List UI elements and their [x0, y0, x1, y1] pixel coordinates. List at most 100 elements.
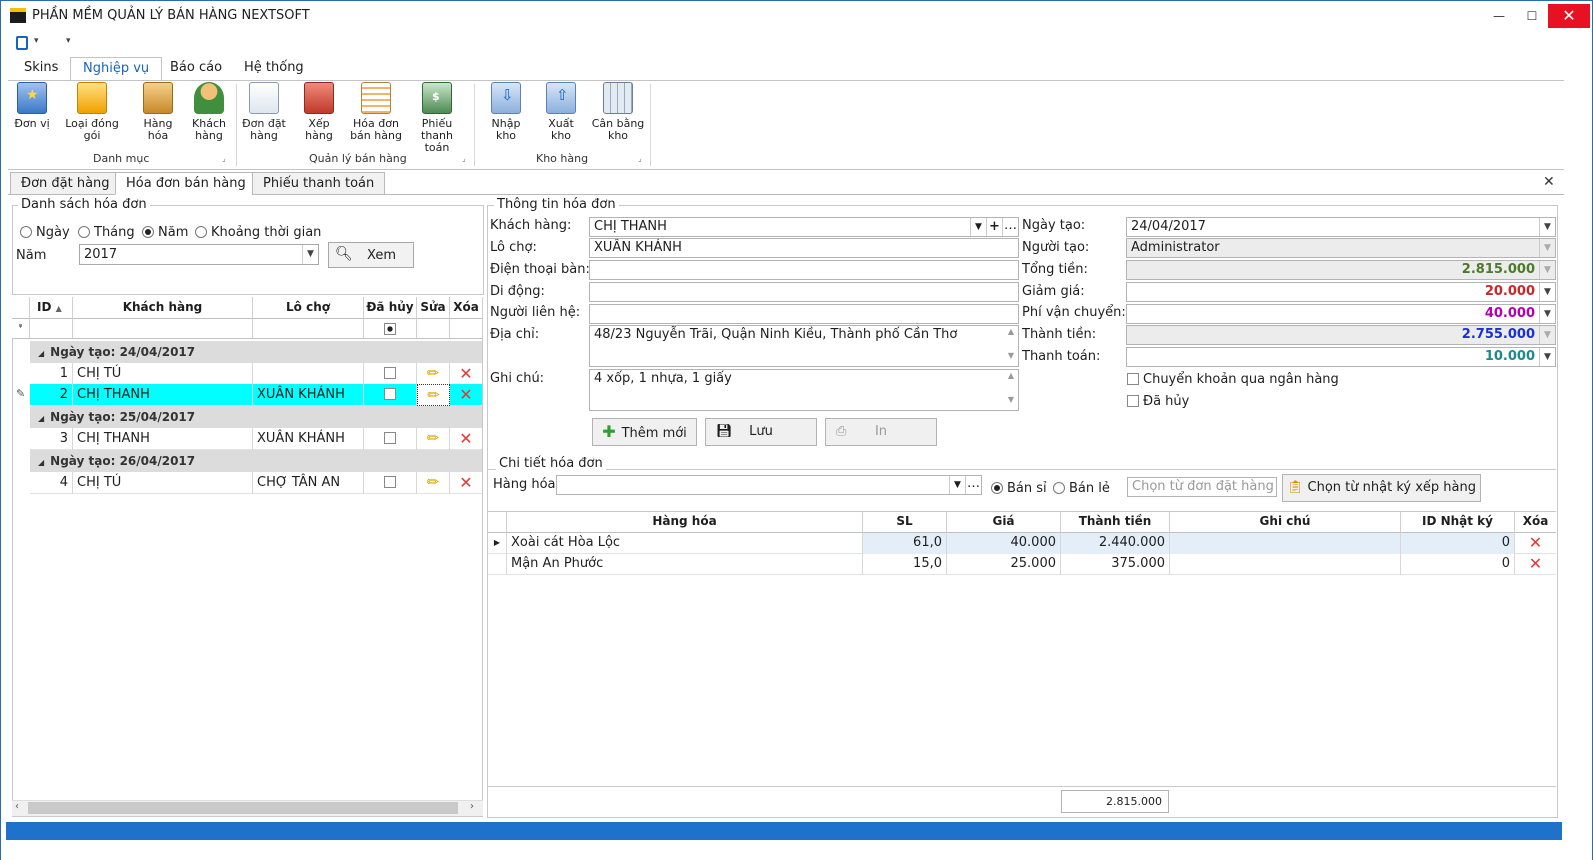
delete-icon[interactable]: ✕ — [450, 428, 482, 450]
ribbon-tab-he-thong[interactable]: Hệ thống — [232, 57, 316, 81]
order-picker-field[interactable]: Chọn từ đơn đặt hàng — [1127, 477, 1277, 497]
edit-icon[interactable]: ✏ — [417, 363, 450, 385]
delete-icon[interactable]: ✕ — [450, 472, 482, 494]
shipping-fee-field[interactable]: 40.000 ▼ — [1126, 304, 1556, 324]
group-row[interactable]: ◢ Ngày tạo: 24/04/2017 — [30, 341, 482, 363]
table-row[interactable]: 4 CHỊ TÚ CHỢ TÂN AN ✏ ✕ — [30, 472, 482, 494]
textarea-scrollbar[interactable]: ▲ ▼ — [1004, 370, 1018, 410]
column-header-delete[interactable]: Xóa — [1515, 511, 1556, 533]
column-header-product[interactable]: Hàng hóa — [507, 511, 863, 533]
ribbon-button-don-vi[interactable]: ★ Đơn vị — [14, 82, 50, 130]
group-launcher-icon[interactable]: ⌟ — [462, 154, 466, 163]
cell-qty[interactable]: 15,0 — [863, 554, 947, 575]
market-field[interactable]: XUÂN KHÁNH — [589, 238, 1019, 258]
created-date-field[interactable]: 24/04/2017 ▼ — [1126, 217, 1556, 237]
discount-field[interactable]: 20.000 ▼ — [1126, 282, 1556, 302]
table-row-selected[interactable]: 2 CHỊ THANH XUÂN KHÁNH ✏ ✕ — [30, 384, 482, 406]
column-header-id[interactable]: ID ▲ — [30, 297, 73, 319]
cell-price[interactable]: 40.000 — [947, 533, 1061, 554]
cancelled-checkbox[interactable] — [384, 432, 396, 444]
ribbon-button-hang-hoa[interactable]: Hàng hóa — [132, 82, 184, 142]
group-row[interactable]: ◢ Ngày tạo: 26/04/2017 — [30, 450, 482, 472]
column-header-log-id[interactable]: ID Nhật ký — [1401, 511, 1515, 533]
pick-from-log-button[interactable]: 📋︎ Chọn từ nhật ký xếp hàng — [1282, 474, 1481, 502]
office-icon[interactable] — [16, 36, 28, 50]
mobile-field[interactable] — [589, 282, 1019, 302]
column-header-qty[interactable]: SL — [863, 511, 947, 533]
table-row[interactable]: Mận An Phước 15,0 25.000 375.000 0 ✕ — [488, 554, 1556, 575]
table-row[interactable]: 3 CHỊ THANH XUÂN KHÁNH ✏ ✕ — [30, 428, 482, 450]
cell-price[interactable]: 25.000 — [947, 554, 1061, 575]
filter-cell-cancelled[interactable] — [364, 319, 417, 339]
doc-tab-don-dat-hang[interactable]: Đơn đặt hàng — [10, 172, 121, 195]
bank-transfer-checkbox[interactable]: Chuyển khoản qua ngân hàng — [1127, 372, 1339, 387]
group-row[interactable]: ◢ Ngày tạo: 25/04/2017 — [30, 406, 482, 428]
filter-cell-market[interactable] — [253, 319, 364, 339]
ribbon-button-phieu-thanh-toan[interactable]: $ Phiếu thanh toán — [408, 82, 466, 154]
cell-cancelled[interactable] — [364, 363, 417, 385]
group-launcher-icon[interactable]: ⌟ — [222, 154, 226, 163]
add-new-button[interactable]: ✚ Thêm mới — [592, 418, 697, 446]
ribbon-tab-skins[interactable]: Skins — [12, 57, 70, 81]
delete-icon[interactable]: ✕ — [1515, 533, 1556, 554]
print-button[interactable]: ⎙ In — [825, 418, 937, 446]
close-button[interactable]: ✕ — [1548, 4, 1590, 28]
ribbon-button-don-dat-hang[interactable]: Đơn đặt hàng — [242, 82, 286, 142]
ribbon-tab-bao-cao[interactable]: Báo cáo — [158, 57, 234, 81]
chevron-down-icon[interactable]: ▼ — [1539, 218, 1555, 236]
cell-cancelled[interactable] — [364, 384, 417, 406]
year-select[interactable]: 2017 ▼ — [79, 244, 319, 265]
minimize-button[interactable]: — — [1484, 4, 1514, 28]
cancelled-checkbox[interactable] — [384, 476, 396, 488]
filter-year-radio[interactable]: Năm — [142, 225, 188, 240]
filter-range-radio[interactable]: Khoảng thời gian — [195, 225, 321, 240]
column-header-customer[interactable]: Khách hàng — [73, 297, 253, 319]
edit-icon[interactable]: ✏ — [417, 472, 450, 494]
contact-field[interactable] — [589, 304, 1019, 324]
retail-radio[interactable]: Bán lẻ — [1053, 481, 1110, 496]
cancelled-checkbox[interactable]: Đã hủy — [1127, 394, 1189, 409]
table-row[interactable]: 1 CHỊ TÚ ✏ ✕ — [30, 363, 482, 385]
ribbon-button-khach-hang[interactable]: Khách hàng — [190, 82, 228, 142]
chevron-down-icon[interactable]: ▾ — [34, 36, 39, 46]
textarea-scrollbar[interactable]: ▲ ▼ — [1004, 326, 1018, 366]
delete-icon[interactable]: ✕ — [450, 384, 482, 406]
cell-cancelled[interactable] — [364, 472, 417, 494]
chevron-down-icon[interactable]: ▼ — [302, 245, 318, 264]
phone-field[interactable] — [589, 260, 1019, 280]
ribbon-tab-nghiep-vu[interactable]: Nghiệp vụ — [70, 57, 163, 81]
note-field[interactable]: 4 xốp, 1 nhựa, 1 giấy ▲ ▼ — [589, 369, 1019, 411]
scrollbar-thumb[interactable] — [28, 802, 458, 814]
cell-cancelled[interactable] — [364, 428, 417, 450]
filter-day-radio[interactable]: Ngày — [20, 225, 70, 240]
scroll-left-icon[interactable]: ‹ — [15, 801, 19, 812]
column-header-amount[interactable]: Thành tiền — [1061, 511, 1170, 533]
ribbon-button-xep-hang[interactable]: Xếp hàng — [294, 82, 344, 142]
scroll-right-icon[interactable]: › — [470, 801, 474, 812]
add-icon[interactable]: + — [986, 218, 1002, 236]
chevron-down-icon[interactable]: ▼ — [1539, 283, 1555, 301]
ribbon-button-can-bang-kho[interactable]: Cân bằng kho — [590, 82, 646, 142]
cell-note[interactable] — [1170, 554, 1401, 575]
product-select[interactable]: ▼ … — [556, 475, 982, 495]
filter-month-radio[interactable]: Tháng — [78, 225, 135, 240]
column-header-market[interactable]: Lô chợ — [253, 297, 364, 319]
filter-cell-customer[interactable] — [73, 319, 253, 339]
column-header-cancelled[interactable]: Đã hủy — [364, 297, 417, 319]
ribbon-button-xuat-kho[interactable]: ⇧ Xuất kho — [538, 82, 584, 142]
ribbon-button-hoa-don-ban-hang[interactable]: Hóa đơn bán hàng — [350, 82, 402, 142]
doc-tab-hoa-don-ban-hang[interactable]: Hóa đơn bán hàng — [115, 172, 257, 195]
column-header-edit[interactable]: Sửa — [417, 297, 450, 319]
cancelled-checkbox[interactable] — [384, 367, 396, 379]
wholesale-radio[interactable]: Bán sỉ — [991, 481, 1047, 496]
chevron-down-icon[interactable]: ▼ — [1539, 305, 1555, 323]
chevron-down-icon[interactable]: ▼ — [949, 476, 965, 494]
group-launcher-icon[interactable]: ⌟ — [638, 154, 642, 163]
ribbon-button-loai-dong-goi[interactable]: Loại đóng gói — [58, 82, 126, 142]
cancelled-checkbox[interactable] — [384, 388, 396, 400]
cell-qty[interactable]: 61,0 — [863, 533, 947, 554]
column-header-note[interactable]: Ghi chú — [1170, 511, 1401, 533]
edit-icon[interactable]: ✏ — [417, 384, 450, 406]
delete-icon[interactable]: ✕ — [1515, 554, 1556, 575]
more-icon[interactable]: … — [965, 476, 981, 494]
